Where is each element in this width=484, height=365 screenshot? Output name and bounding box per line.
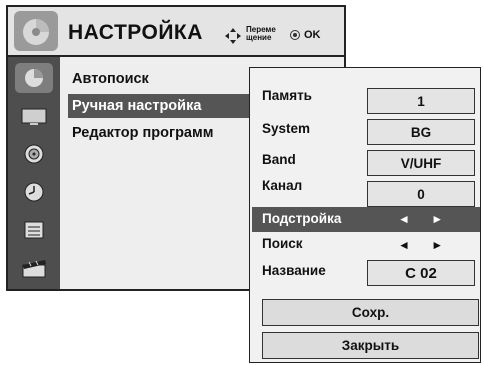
system-value[interactable]: BG <box>367 119 475 145</box>
title-bar: НАСТРОЙКА Переме щение OK <box>8 7 344 57</box>
system-label: System <box>262 121 311 136</box>
memory-label: Память <box>262 88 312 103</box>
option-category-icon[interactable] <box>15 215 53 245</box>
menu-item-program-editor[interactable]: Редактор программ <box>68 121 213 145</box>
lock-category-icon[interactable] <box>15 253 53 283</box>
memory-value[interactable]: 1 <box>367 88 475 114</box>
save-button[interactable]: Сохр. <box>262 299 479 326</box>
name-label: Название <box>262 263 326 278</box>
fine-tune-arrows[interactable]: ◄ ► <box>398 212 452 226</box>
setup-category-icon[interactable] <box>15 63 53 93</box>
manual-tuning-panel: Память 1 System BG Band V/UHF Канал 0 По… <box>249 67 481 363</box>
time-category-icon[interactable] <box>15 177 53 207</box>
channel-label: Канал <box>262 178 303 193</box>
band-label: Band <box>262 152 296 167</box>
menu-item-manual-tuning[interactable]: Ручная настройка <box>68 94 254 118</box>
move-arrows-icon <box>225 28 241 44</box>
setup-logo-icon <box>14 11 58 51</box>
close-button[interactable]: Закрыть <box>262 332 479 359</box>
name-value[interactable]: C 02 <box>367 260 475 286</box>
menu-title: НАСТРОЙКА <box>68 21 203 44</box>
band-value[interactable]: V/UHF <box>367 150 475 176</box>
audio-category-icon[interactable] <box>15 139 53 169</box>
fine-tune-label: Подстройка <box>262 211 342 226</box>
nav-hint: Переме щение OK <box>224 25 344 49</box>
ok-hint-label: OK <box>304 29 321 41</box>
menu-item-auto-search[interactable]: Автопоиск <box>68 67 149 91</box>
ok-button-icon <box>290 30 300 40</box>
channel-value[interactable]: 0 <box>367 181 475 207</box>
move-hint-label: Переме щение <box>246 25 276 42</box>
category-sidebar <box>8 57 60 289</box>
picture-category-icon[interactable] <box>15 101 53 131</box>
search-label: Поиск <box>262 236 303 251</box>
search-arrows[interactable]: ◄ ► <box>398 238 452 252</box>
